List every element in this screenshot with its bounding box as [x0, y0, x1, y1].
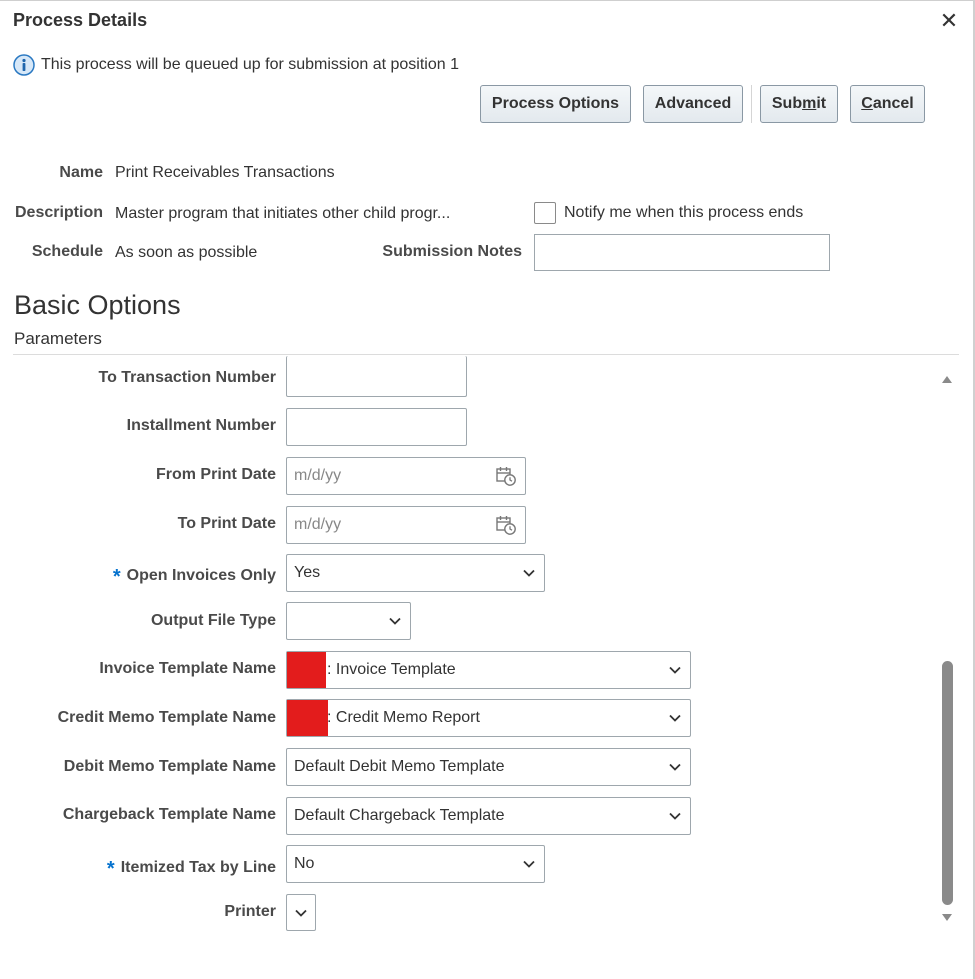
- printer-select[interactable]: [286, 894, 316, 931]
- to-print-date-label: To Print Date: [177, 515, 276, 532]
- submit-button[interactable]: Sub m it: [760, 85, 838, 123]
- dialog-title: Process Details: [13, 10, 148, 30]
- info-text: This process will be queued up for submi…: [41, 56, 459, 73]
- close-icon[interactable]: ✕: [938, 10, 960, 32]
- redaction-block: [287, 700, 328, 736]
- calendar-icon[interactable]: [495, 514, 517, 536]
- scroll-up-icon[interactable]: [941, 373, 953, 385]
- chevron-down-icon: [669, 714, 681, 722]
- open-invoices-only-label: * Open Invoices Only: [112, 563, 276, 588]
- scrollbar-thumb[interactable]: [942, 661, 953, 905]
- submit-label-post: it: [816, 95, 827, 112]
- itemized-tax-by-line-value: No: [294, 855, 315, 872]
- chevron-down-icon: [523, 569, 535, 577]
- submission-notes-label: Submission Notes: [382, 243, 522, 260]
- open-invoices-only-value: Yes: [294, 564, 321, 581]
- from-print-date-input[interactable]: m/d/yy: [286, 457, 526, 495]
- button-separator: [751, 85, 752, 123]
- basic-options-heading: Basic Options: [14, 290, 181, 320]
- itemized-tax-by-line-label: * Itemized Tax by Line: [106, 855, 276, 880]
- required-marker: *: [112, 566, 121, 588]
- schedule-label: Schedule: [31, 243, 103, 260]
- chargeback-template-name-select[interactable]: Default Chargeback Template: [286, 797, 691, 835]
- debit-memo-template-name-label: Debit Memo Template Name: [63, 758, 276, 775]
- invoice-template-name-select[interactable]: : Invoice Template: [286, 651, 691, 689]
- cancel-mnemonic: C: [861, 95, 873, 112]
- process-options-button[interactable]: Process Options: [480, 85, 631, 123]
- credit-memo-template-name-select[interactable]: : Credit Memo Report: [286, 699, 691, 737]
- to-transaction-number-label: To Transaction Number: [98, 369, 276, 386]
- scroll-down-icon[interactable]: [941, 912, 953, 924]
- debit-memo-template-name-value: Default Debit Memo Template: [294, 758, 505, 775]
- to-transaction-number-input[interactable]: [286, 356, 467, 397]
- from-print-date-label: From Print Date: [155, 466, 276, 483]
- chargeback-template-name-value: Default Chargeback Template: [294, 807, 505, 824]
- cancel-label-post: ancel: [872, 95, 914, 112]
- name-label: Name: [59, 164, 103, 181]
- installment-number-label: Installment Number: [126, 417, 276, 434]
- cancel-button[interactable]: Cancel: [850, 85, 925, 123]
- info-message: This process will be queued up for submi…: [13, 54, 459, 76]
- open-invoices-only-label-text: Open Invoices Only: [126, 567, 276, 584]
- description-label: Description: [14, 204, 103, 221]
- chargeback-template-name-label: Chargeback Template Name: [62, 806, 276, 823]
- chevron-down-icon: [669, 812, 681, 820]
- chevron-down-icon: [295, 909, 307, 917]
- redaction-block: [287, 652, 326, 688]
- notify-checkbox[interactable]: [534, 202, 556, 224]
- output-file-type-label: Output File Type: [150, 612, 276, 629]
- to-print-date-input[interactable]: m/d/yy: [286, 506, 526, 544]
- submit-mnemonic: m: [802, 95, 817, 112]
- parameters-region: To Transaction Number Installment Number…: [0, 355, 975, 945]
- to-print-date-placeholder: m/d/yy: [294, 516, 342, 533]
- info-icon: [13, 54, 35, 76]
- debit-memo-template-name-select[interactable]: Default Debit Memo Template: [286, 748, 691, 786]
- name-value: Print Receivables Transactions: [115, 164, 335, 181]
- submission-notes-input[interactable]: [534, 234, 830, 271]
- itemized-tax-by-line-label-text: Itemized Tax by Line: [120, 859, 276, 876]
- submit-label-pre: Sub: [771, 95, 803, 112]
- installment-number-input[interactable]: [286, 408, 467, 446]
- chevron-down-icon: [523, 860, 535, 868]
- chevron-down-icon: [669, 666, 681, 674]
- calendar-icon[interactable]: [495, 465, 517, 487]
- printer-label: Printer: [224, 903, 276, 920]
- invoice-template-name-label: Invoice Template Name: [99, 660, 276, 677]
- parameters-heading: Parameters: [14, 329, 102, 348]
- chevron-down-icon: [389, 617, 401, 625]
- process-details-dialog: Process Details ✕ This process will be q…: [0, 0, 975, 979]
- required-marker: *: [106, 858, 115, 880]
- credit-memo-template-name-label: Credit Memo Template Name: [57, 709, 276, 726]
- output-file-type-select[interactable]: [286, 602, 411, 640]
- chevron-down-icon: [669, 763, 681, 771]
- advanced-button[interactable]: Advanced: [643, 85, 743, 123]
- invoice-template-name-value: : Invoice Template: [327, 661, 456, 678]
- from-print-date-placeholder: m/d/yy: [294, 467, 342, 484]
- credit-memo-template-name-value: : Credit Memo Report: [327, 709, 480, 726]
- notify-label: Notify me when this process ends: [564, 204, 804, 221]
- schedule-value: As soon as possible: [115, 244, 258, 261]
- itemized-tax-by-line-select[interactable]: No: [286, 845, 545, 883]
- description-value: Master program that initiates other chil…: [115, 205, 451, 222]
- open-invoices-only-select[interactable]: Yes: [286, 554, 545, 592]
